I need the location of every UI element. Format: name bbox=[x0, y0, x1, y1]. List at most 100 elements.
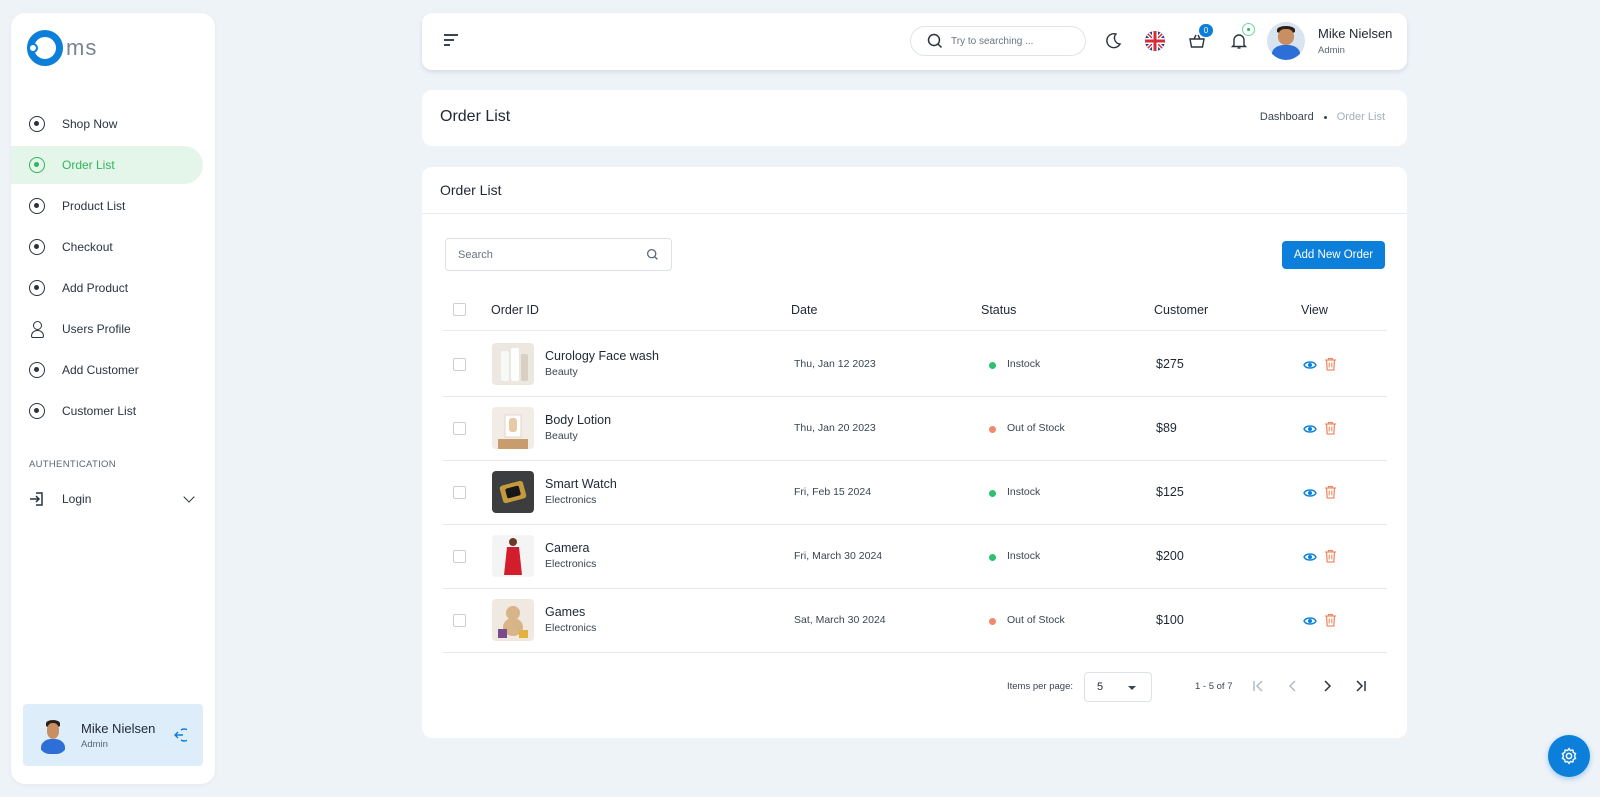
product-name[interactable]: Smart Watch bbox=[545, 477, 617, 491]
column-header-order-id[interactable]: Order ID bbox=[491, 303, 539, 317]
row-checkbox[interactable] bbox=[453, 550, 466, 563]
items-per-page-value: 5 bbox=[1097, 681, 1104, 693]
table-row: Curology Face wash Beauty Thu, Jan 12 2023… bbox=[443, 332, 1387, 397]
card-divider bbox=[422, 213, 1407, 214]
sidebar-item-order-list[interactable]: Order List bbox=[11, 146, 203, 184]
global-search-input[interactable] bbox=[951, 35, 1071, 47]
status-text: Instock bbox=[1007, 358, 1041, 370]
product-name[interactable]: Camera bbox=[545, 541, 589, 555]
dark-mode-moon-icon[interactable] bbox=[1104, 32, 1122, 50]
order-date: Thu, Jan 12 2023 bbox=[794, 358, 876, 370]
header-user-menu[interactable]: Mike Nielsen Admin bbox=[1267, 22, 1392, 60]
sidebar-item-label: Checkout bbox=[62, 240, 113, 254]
row-checkbox[interactable] bbox=[453, 486, 466, 499]
column-header-customer[interactable]: Customer bbox=[1154, 303, 1208, 317]
menu-toggle-icon[interactable] bbox=[444, 34, 460, 48]
product-name[interactable]: Games bbox=[545, 605, 585, 619]
sidebar-item-label: Add Customer bbox=[62, 363, 139, 377]
product-thumbnail bbox=[492, 343, 534, 385]
breadcrumb-dashboard-link[interactable]: Dashboard bbox=[1260, 111, 1314, 123]
login-icon bbox=[30, 492, 43, 506]
product-thumbnail bbox=[492, 407, 534, 449]
status-dot bbox=[989, 618, 996, 625]
eye-icon[interactable] bbox=[1303, 614, 1317, 628]
product-category: Electronics bbox=[545, 558, 597, 570]
trash-icon[interactable] bbox=[1324, 421, 1337, 435]
search-icon bbox=[927, 33, 943, 49]
column-header-date[interactable]: Date bbox=[791, 303, 817, 317]
column-header-status[interactable]: Status bbox=[981, 303, 1016, 317]
customer-amount: $125 bbox=[1156, 485, 1184, 499]
status-dot bbox=[989, 490, 996, 497]
order-date: Thu, Jan 20 2023 bbox=[794, 422, 876, 434]
previous-page-icon[interactable] bbox=[1286, 679, 1300, 693]
sidebar-item-add-customer[interactable]: Add Customer bbox=[11, 351, 203, 389]
product-category: Electronics bbox=[545, 494, 597, 506]
order-list-card: Order List Add New Order Order ID Date S… bbox=[422, 167, 1407, 738]
product-category: Electronics bbox=[545, 622, 597, 634]
header-user-role: Admin bbox=[1318, 45, 1345, 56]
sidebar-item-checkout[interactable]: Checkout bbox=[11, 228, 203, 266]
pagination-range: 1 - 5 of 7 bbox=[1195, 681, 1233, 692]
last-page-icon[interactable] bbox=[1354, 679, 1368, 693]
status-text: Instock bbox=[1007, 486, 1041, 498]
order-date: Fri, March 30 2024 bbox=[794, 550, 883, 562]
page-title-card: Order List Dashboard Order List bbox=[422, 90, 1407, 146]
product-thumbnail bbox=[492, 599, 534, 641]
breadcrumb-current: Order List bbox=[1336, 111, 1385, 123]
circle-dot-icon bbox=[29, 362, 45, 378]
order-date: Fri, Feb 15 2024 bbox=[794, 486, 872, 498]
status-text: Out of Stock bbox=[1007, 422, 1065, 434]
uk-flag-icon[interactable] bbox=[1145, 31, 1165, 51]
eye-icon[interactable] bbox=[1303, 422, 1317, 436]
gear-icon bbox=[1561, 747, 1577, 765]
select-all-checkbox[interactable] bbox=[453, 303, 466, 316]
trash-icon[interactable] bbox=[1324, 613, 1337, 627]
sidebar-item-users-profile[interactable]: Users Profile bbox=[11, 310, 203, 348]
first-page-icon[interactable] bbox=[1251, 679, 1265, 693]
logout-icon[interactable] bbox=[171, 727, 187, 743]
app-logo[interactable]: ms bbox=[27, 30, 97, 66]
trash-icon[interactable] bbox=[1324, 485, 1337, 499]
sidebar-item-login[interactable]: Login bbox=[29, 491, 199, 507]
row-checkbox[interactable] bbox=[453, 422, 466, 435]
add-new-order-button[interactable]: Add New Order bbox=[1282, 241, 1385, 269]
logo-ring-icon bbox=[27, 30, 63, 66]
sidebar-item-product-list[interactable]: Product List bbox=[11, 187, 203, 225]
product-name[interactable]: Curology Face wash bbox=[545, 349, 659, 363]
sidebar-item-shop-now[interactable]: Shop Now bbox=[11, 105, 203, 143]
items-per-page-select[interactable]: 5 bbox=[1084, 672, 1152, 702]
eye-icon[interactable] bbox=[1303, 486, 1317, 500]
row-checkbox[interactable] bbox=[453, 358, 466, 371]
sidebar-item-label: Users Profile bbox=[62, 322, 131, 336]
eye-icon[interactable] bbox=[1303, 358, 1317, 372]
status-dot bbox=[989, 554, 996, 561]
product-name[interactable]: Body Lotion bbox=[545, 413, 611, 427]
header-user-name: Mike Nielsen bbox=[1318, 26, 1393, 41]
trash-icon[interactable] bbox=[1324, 549, 1337, 563]
sidebar-item-customer-list[interactable]: Customer List bbox=[11, 392, 203, 430]
table-row: Body Lotion Beauty Thu, Jan 20 2023 Out of … bbox=[443, 396, 1387, 461]
customer-amount: $100 bbox=[1156, 613, 1184, 627]
breadcrumb-separator bbox=[1323, 115, 1327, 119]
search-icon[interactable] bbox=[646, 248, 659, 261]
table-search-input[interactable] bbox=[458, 248, 646, 261]
top-header: 0 Mike Nielsen Admin bbox=[422, 13, 1407, 70]
eye-icon[interactable] bbox=[1303, 550, 1317, 564]
user-icon bbox=[29, 321, 45, 338]
circle-dot-icon bbox=[29, 403, 45, 419]
product-thumbnail bbox=[492, 471, 534, 513]
notification-dot-badge bbox=[1242, 23, 1255, 36]
table-header: Order ID Date Status Customer View bbox=[443, 291, 1387, 331]
product-category: Beauty bbox=[545, 366, 578, 378]
row-checkbox[interactable] bbox=[453, 614, 466, 627]
status-text: Instock bbox=[1007, 550, 1041, 562]
sidebar-item-add-product[interactable]: Add Product bbox=[11, 269, 203, 307]
table-search bbox=[445, 238, 672, 271]
circle-dot-icon bbox=[29, 239, 45, 255]
pagination: Items per page: 5 1 - 5 of 7 bbox=[422, 672, 1407, 702]
trash-icon[interactable] bbox=[1324, 357, 1337, 371]
page-title: Order List bbox=[440, 108, 511, 125]
settings-fab[interactable] bbox=[1548, 735, 1590, 777]
next-page-icon[interactable] bbox=[1320, 679, 1334, 693]
